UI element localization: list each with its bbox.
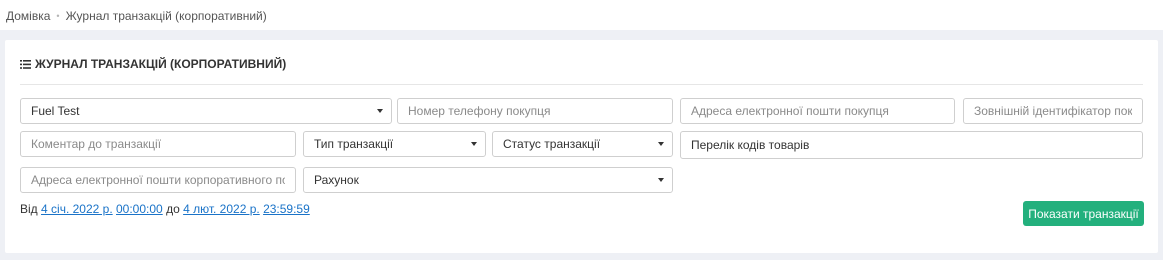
account-select-value: Fuel Test [31,104,80,118]
transactions-panel: ЖУРНАЛ ТРАНЗАКЦІЙ (КОРПОРАТИВНИЙ) Fuel T… [5,40,1158,253]
panel-title-text: ЖУРНАЛ ТРАНЗАКЦІЙ (КОРПОРАТИВНИЙ) [35,57,287,71]
date-from-label: Від [20,202,38,216]
transaction-status-select[interactable]: Статус транзакції [492,131,673,157]
date-range: Від 4 січ. 2022 р. 00:00:00 до 4 лют. 20… [20,202,310,216]
divider [20,84,1143,85]
panel-title: ЖУРНАЛ ТРАНЗАКЦІЙ (КОРПОРАТИВНИЙ) [20,57,286,71]
transaction-status-value: Статус транзакції [503,137,601,151]
list-icon [20,59,31,69]
chevron-down-icon [658,142,664,146]
external-id-input[interactable] [963,98,1143,124]
date-from-link[interactable]: 4 січ. 2022 р. [41,202,113,216]
buyer-email-input[interactable] [680,98,955,124]
account-select[interactable]: Fuel Test [20,98,392,124]
breadcrumb-home[interactable]: Домівка [6,9,50,23]
product-codes-input[interactable]: Перелік кодів товарів [680,131,1143,159]
invoice-select[interactable]: Рахунок [303,167,673,193]
product-codes-value: Перелік кодів товарів [691,138,810,152]
breadcrumb-current: Журнал транзакцій (корпоративний) [65,9,267,23]
date-to-link[interactable]: 4 лют. 2022 р. [183,202,260,216]
transaction-type-value: Тип транзакції [314,137,394,151]
date-to-label: до [166,202,180,216]
breadcrumb: Домівка • Журнал транзакцій (корпоративн… [6,9,267,23]
chevron-down-icon [658,178,664,182]
transaction-comment-input[interactable] [20,131,296,157]
buyer-phone-input[interactable] [397,98,673,124]
time-from-link[interactable]: 00:00:00 [116,202,163,216]
show-transactions-button[interactable]: Показати транзакції [1023,201,1144,226]
corporate-email-input[interactable] [20,167,296,193]
breadcrumb-separator: • [56,11,60,21]
transaction-type-select[interactable]: Тип транзакції [303,131,486,157]
chevron-down-icon [471,142,477,146]
time-to-link[interactable]: 23:59:59 [263,202,310,216]
top-bar: Домівка • Журнал транзакцій (корпоративн… [0,0,1163,30]
invoice-select-value: Рахунок [314,173,359,187]
chevron-down-icon [377,109,383,113]
